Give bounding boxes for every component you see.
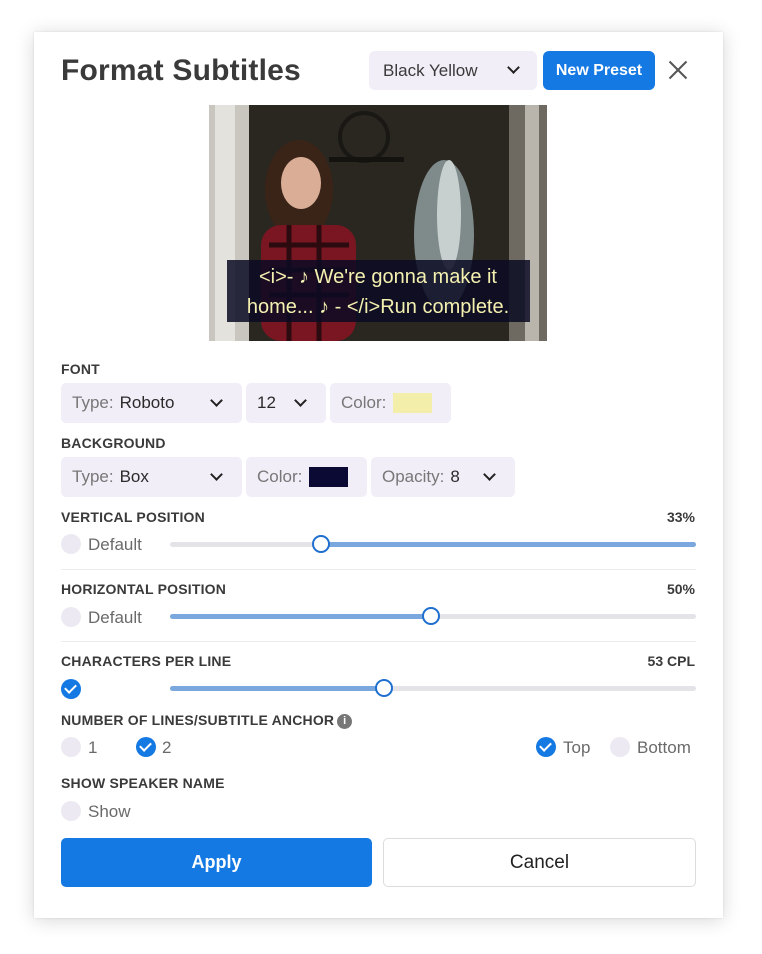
horizontal-slider-fill: [170, 614, 433, 619]
anchor-top-label: Top: [563, 738, 591, 757]
format-subtitles-dialog: Format Subtitles Black Yellow New Preset…: [34, 32, 723, 918]
background-type-label: Type:: [72, 467, 114, 486]
close-icon[interactable]: [664, 56, 692, 84]
lines-2-radio[interactable]: [136, 737, 156, 757]
cpl-checkbox[interactable]: [61, 679, 81, 699]
horizontal-default-checkbox[interactable]: [61, 607, 81, 627]
lines-anchor-label-text: NUMBER OF LINES/SUBTITLE ANCHOR: [61, 712, 335, 728]
lines-1-label: 1: [88, 738, 98, 757]
chevron-down-icon: [210, 468, 223, 481]
info-icon[interactable]: i: [337, 714, 353, 729]
font-size-value: 12: [257, 393, 276, 412]
apply-button[interactable]: Apply: [61, 838, 372, 887]
new-preset-button[interactable]: New Preset: [543, 51, 655, 90]
horizontal-position-label: HORIZONTAL POSITION: [61, 581, 227, 597]
font-size-dropdown[interactable]: 12: [246, 383, 326, 423]
divider: [61, 569, 696, 570]
background-color-picker[interactable]: Color:: [246, 457, 367, 497]
background-opacity-label: Opacity:: [382, 467, 445, 486]
horizontal-position-value: 50%: [666, 581, 695, 597]
cpl-label: CHARACTERS PER LINE: [61, 653, 232, 669]
background-opacity-dropdown[interactable]: Opacity: 8: [371, 457, 515, 497]
lines-2-label: 2: [162, 738, 172, 757]
anchor-bottom-radio[interactable]: [610, 737, 630, 757]
subtitle-preview-text: <i>- ♪ We're gonna make it home... ♪ - <…: [209, 262, 547, 322]
vertical-position-label: VERTICAL POSITION: [61, 509, 205, 525]
font-color-label: Color:: [341, 393, 387, 412]
subtitle-line-2: home... ♪ - </i>Run complete.: [246, 296, 510, 318]
dialog-title: Format Subtitles: [61, 54, 301, 87]
show-speaker-label: Show: [88, 802, 131, 821]
chevron-down-icon: [507, 61, 520, 74]
font-type-dropdown[interactable]: Type: Roboto: [61, 383, 242, 423]
cpl-slider-fill: [170, 686, 386, 691]
background-opacity-value: 8: [450, 467, 460, 486]
background-type-value: Box: [119, 467, 149, 486]
background-color-label: Color:: [257, 467, 303, 486]
chevron-down-icon: [210, 394, 223, 407]
horizontal-slider-thumb[interactable]: [422, 607, 440, 625]
cpl-value: 53 CPL: [647, 653, 695, 669]
cpl-slider[interactable]: [170, 686, 696, 691]
chevron-down-icon: [294, 394, 307, 407]
cancel-button[interactable]: Cancel: [383, 838, 696, 887]
lines-1-radio[interactable]: [61, 737, 81, 757]
show-speaker-checkbox[interactable]: [61, 801, 81, 821]
vertical-slider-fill: [322, 542, 696, 547]
vertical-position-value: 33%: [666, 509, 695, 525]
lines-anchor-label: NUMBER OF LINES/SUBTITLE ANCHOR i: [61, 712, 353, 729]
anchor-bottom-label: Bottom: [637, 738, 691, 757]
background-section-label: BACKGROUND: [61, 435, 166, 451]
font-section-label: FONT: [61, 361, 100, 377]
font-color-swatch: [393, 393, 433, 413]
anchor-top-radio[interactable]: [536, 737, 556, 757]
chevron-down-icon: [483, 468, 496, 481]
preset-dropdown-value: Black Yellow: [383, 60, 478, 80]
vertical-slider-thumb[interactable]: [311, 535, 330, 553]
font-type-value: Roboto: [119, 393, 175, 412]
preset-dropdown[interactable]: Black Yellow: [369, 51, 537, 90]
cpl-slider-thumb[interactable]: [374, 679, 393, 697]
vertical-position-slider[interactable]: [170, 542, 696, 547]
speaker-name-label: SHOW SPEAKER NAME: [61, 775, 225, 791]
vertical-default-label: Default: [88, 535, 142, 554]
background-type-dropdown[interactable]: Type: Box: [61, 457, 242, 497]
horizontal-default-label: Default: [88, 608, 142, 627]
video-preview: <i>- ♪ We're gonna make it home... ♪ - <…: [209, 105, 547, 341]
subtitle-line-1: <i>- ♪ We're gonna make it: [258, 266, 497, 288]
background-color-swatch: [309, 467, 349, 487]
font-color-picker[interactable]: Color:: [330, 383, 451, 423]
font-type-label: Type:: [72, 393, 114, 412]
divider: [61, 641, 696, 642]
vertical-default-checkbox[interactable]: [61, 534, 81, 554]
